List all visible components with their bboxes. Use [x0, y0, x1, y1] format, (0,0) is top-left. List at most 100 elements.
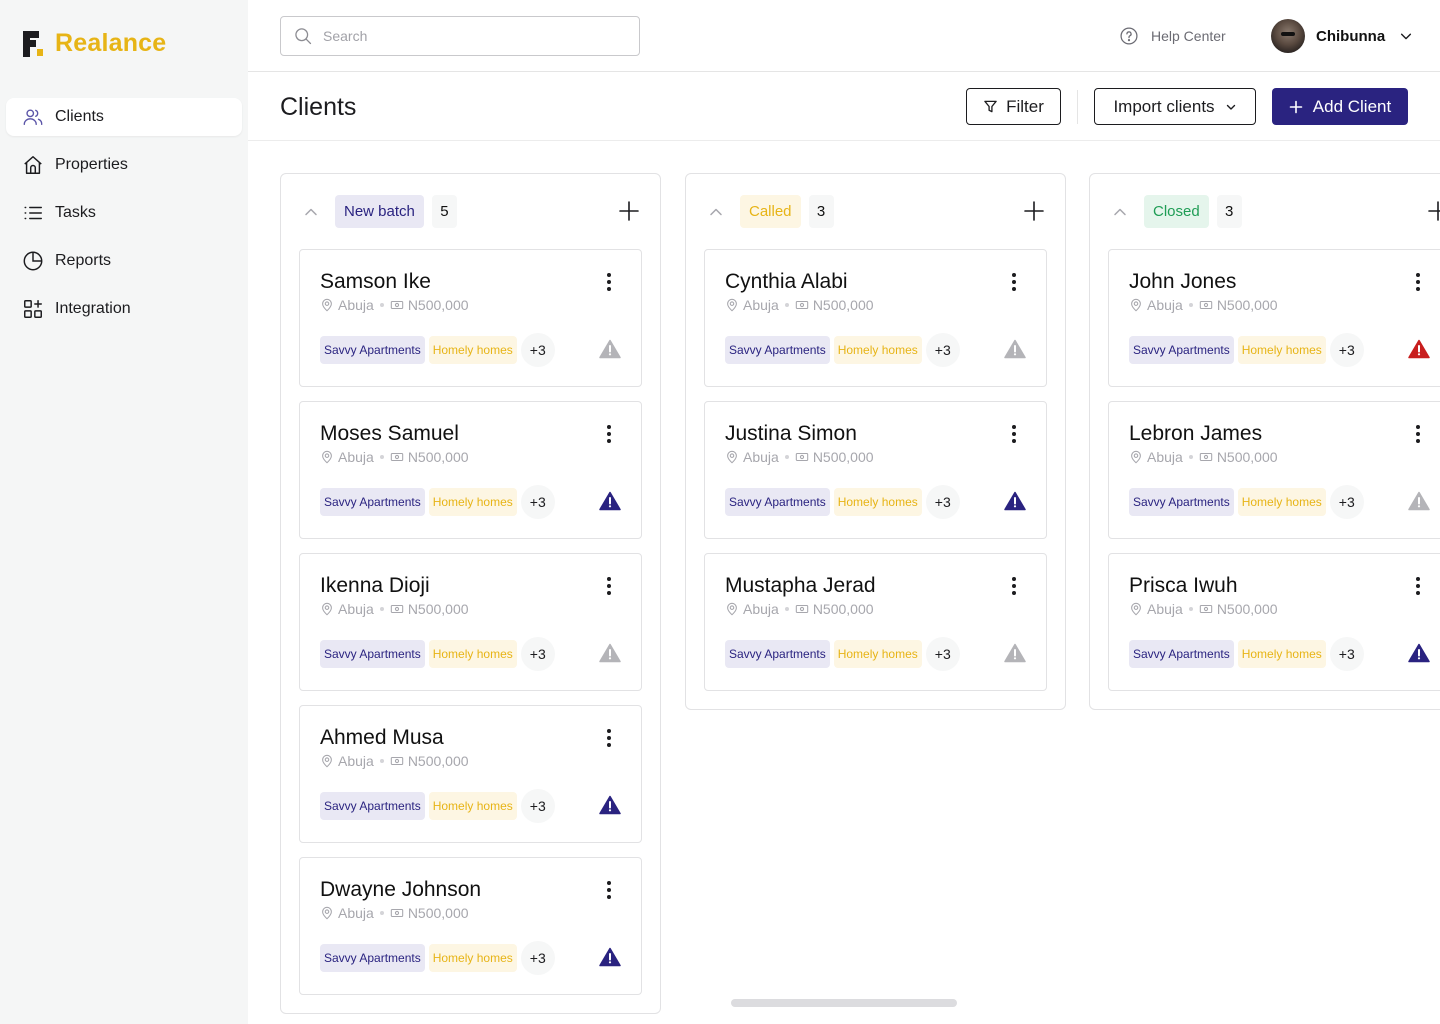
- more-tags-badge[interactable]: +3: [520, 789, 555, 823]
- horizontal-scrollbar[interactable]: [731, 999, 957, 1007]
- client-card[interactable]: Ikenna Dioji Abuja N500,000 Savvy Apartm…: [299, 553, 642, 691]
- client-budget: N500,000: [407, 601, 469, 617]
- client-card[interactable]: Moses Samuel Abuja N500,000 Savvy Apartm…: [299, 401, 642, 539]
- client-card[interactable]: Lebron James Abuja N500,000 Savvy Apartm…: [1108, 401, 1440, 539]
- sidebar-item-reports[interactable]: Reports: [6, 242, 242, 280]
- more-options-icon[interactable]: [1406, 422, 1430, 446]
- money-icon: [390, 300, 404, 310]
- client-card[interactable]: Cynthia Alabi Abuja N500,000 Savvy Apart…: [704, 249, 1047, 387]
- brand-logo[interactable]: Realance: [23, 29, 166, 58]
- more-tags-badge[interactable]: +3: [520, 637, 555, 671]
- property-tag[interactable]: Homely homes: [833, 640, 922, 668]
- more-tags-badge[interactable]: +3: [1329, 485, 1364, 519]
- property-tag[interactable]: Savvy Apartments: [320, 488, 425, 516]
- more-tags-badge[interactable]: +3: [925, 333, 960, 367]
- property-tag[interactable]: Savvy Apartments: [725, 488, 830, 516]
- client-location: Abuja: [338, 297, 374, 313]
- property-tag[interactable]: Savvy Apartments: [320, 336, 425, 364]
- client-card[interactable]: Dwayne Johnson Abuja N500,000 Savvy Apar…: [299, 857, 642, 995]
- more-options-icon[interactable]: [1002, 574, 1026, 598]
- client-budget: N500,000: [1216, 297, 1278, 313]
- property-tag[interactable]: Savvy Apartments: [320, 792, 425, 820]
- sidebar-item-tasks[interactable]: Tasks: [6, 194, 242, 232]
- chevron-up-icon[interactable]: [708, 204, 724, 220]
- client-card[interactable]: Mustapha Jerad Abuja N500,000 Savvy Apar…: [704, 553, 1047, 691]
- sidebar-item-clients[interactable]: Clients: [6, 98, 242, 136]
- warning-icon[interactable]: [1408, 339, 1430, 359]
- client-card[interactable]: Prisca Iwuh Abuja N500,000 Savvy Apartme…: [1108, 553, 1440, 691]
- more-tags-badge[interactable]: +3: [1329, 333, 1364, 367]
- add-card-icon[interactable]: [1023, 200, 1045, 222]
- property-tag[interactable]: Savvy Apartments: [725, 336, 830, 364]
- more-options-icon[interactable]: [1002, 422, 1026, 446]
- more-options-icon[interactable]: [597, 574, 621, 598]
- sidebar-item-integration[interactable]: Integration: [6, 290, 242, 328]
- warning-icon[interactable]: [599, 643, 621, 663]
- import-clients-button[interactable]: Import clients: [1094, 88, 1256, 125]
- more-options-icon[interactable]: [597, 878, 621, 902]
- property-tag[interactable]: Homely homes: [1237, 488, 1326, 516]
- more-options-icon[interactable]: [597, 422, 621, 446]
- client-budget: N500,000: [1216, 601, 1278, 617]
- property-tag[interactable]: Homely homes: [428, 336, 517, 364]
- warning-icon[interactable]: [1408, 643, 1430, 663]
- property-tag[interactable]: Savvy Apartments: [320, 640, 425, 668]
- separator-dot: [379, 911, 384, 915]
- warning-icon[interactable]: [599, 491, 621, 511]
- client-location: Abuja: [1147, 297, 1183, 313]
- property-tag[interactable]: Savvy Apartments: [725, 640, 830, 668]
- property-tags: Savvy Apartments Homely homes +3: [320, 789, 621, 823]
- warning-icon[interactable]: [1004, 491, 1026, 511]
- add-client-button[interactable]: Add Client: [1272, 88, 1408, 125]
- property-tag[interactable]: Savvy Apartments: [1129, 336, 1234, 364]
- more-options-icon[interactable]: [1406, 574, 1430, 598]
- chevron-up-icon[interactable]: [303, 204, 319, 220]
- search-box[interactable]: [280, 16, 640, 56]
- client-meta: Abuja N500,000: [1129, 601, 1430, 617]
- property-tag[interactable]: Savvy Apartments: [1129, 488, 1234, 516]
- sidebar-item-properties[interactable]: Properties: [6, 146, 242, 184]
- property-tag[interactable]: Homely homes: [428, 792, 517, 820]
- more-tags-badge[interactable]: +3: [520, 333, 555, 367]
- client-card[interactable]: Samson Ike Abuja N500,000 Savvy Apartmen…: [299, 249, 642, 387]
- more-options-icon[interactable]: [597, 270, 621, 294]
- property-tag[interactable]: Homely homes: [428, 944, 517, 972]
- warning-icon[interactable]: [599, 947, 621, 967]
- user-menu[interactable]: Chibunna: [1271, 19, 1413, 53]
- property-tag[interactable]: Homely homes: [428, 488, 517, 516]
- property-tag[interactable]: Savvy Apartments: [1129, 640, 1234, 668]
- add-card-icon[interactable]: [1427, 200, 1440, 222]
- search-input[interactable]: [323, 28, 623, 44]
- more-tags-badge[interactable]: +3: [925, 485, 960, 519]
- client-card[interactable]: Ahmed Musa Abuja N500,000 Savvy Apartmen…: [299, 705, 642, 843]
- more-options-icon[interactable]: [1002, 270, 1026, 294]
- help-center-link[interactable]: Help Center: [1119, 26, 1226, 46]
- more-tags-badge[interactable]: +3: [1329, 637, 1364, 671]
- property-tag[interactable]: Homely homes: [833, 488, 922, 516]
- client-card[interactable]: Justina Simon Abuja N500,000 Savvy Apart…: [704, 401, 1047, 539]
- more-tags-badge[interactable]: +3: [925, 637, 960, 671]
- warning-icon[interactable]: [1408, 491, 1430, 511]
- warning-icon[interactable]: [599, 795, 621, 815]
- location-pin-icon: [1131, 450, 1141, 464]
- money-icon: [390, 452, 404, 462]
- count-badge: 3: [808, 195, 834, 228]
- property-tag[interactable]: Homely homes: [428, 640, 517, 668]
- more-options-icon[interactable]: [597, 726, 621, 750]
- property-tag[interactable]: Homely homes: [1237, 640, 1326, 668]
- property-tag[interactable]: Homely homes: [833, 336, 922, 364]
- client-card[interactable]: John Jones Abuja N500,000 Savvy Apartmen…: [1108, 249, 1440, 387]
- warning-icon[interactable]: [1004, 339, 1026, 359]
- chevron-up-icon[interactable]: [1112, 204, 1128, 220]
- property-tag[interactable]: Savvy Apartments: [320, 944, 425, 972]
- more-tags-badge[interactable]: +3: [520, 941, 555, 975]
- property-tags: Savvy Apartments Homely homes +3: [320, 485, 621, 519]
- more-tags-badge[interactable]: +3: [520, 485, 555, 519]
- warning-icon[interactable]: [599, 339, 621, 359]
- property-tag[interactable]: Homely homes: [1237, 336, 1326, 364]
- more-options-icon[interactable]: [1406, 270, 1430, 294]
- add-card-icon[interactable]: [618, 200, 640, 222]
- client-name: Mustapha Jerad: [725, 574, 876, 597]
- filter-button[interactable]: Filter: [966, 88, 1061, 125]
- warning-icon[interactable]: [1004, 643, 1026, 663]
